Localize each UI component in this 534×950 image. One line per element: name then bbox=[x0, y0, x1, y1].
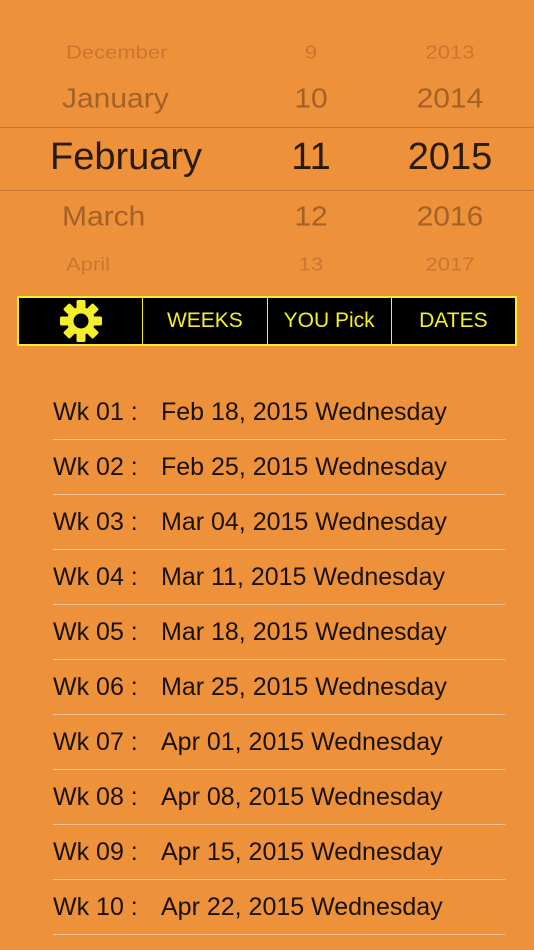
week-date: Apr 01, 2015 Wednesday bbox=[161, 727, 443, 756]
week-date: Apr 08, 2015 Wednesday bbox=[161, 782, 443, 811]
year-option[interactable]: 2013 bbox=[360, 44, 534, 62]
week-label: Wk 09 : bbox=[53, 837, 138, 866]
week-date: Mar 18, 2015 Wednesday bbox=[161, 617, 447, 646]
year-option[interactable]: 2017 bbox=[360, 256, 534, 274]
list-item[interactable]: Wk 09 : Apr 15, 2015 Wednesday bbox=[53, 825, 505, 880]
week-label: Wk 06 : bbox=[53, 672, 138, 701]
selection-indicator-bottom bbox=[0, 190, 534, 191]
week-date: Apr 22, 2015 Wednesday bbox=[161, 892, 443, 921]
week-label: Wk 07 : bbox=[53, 727, 138, 756]
dates-button[interactable]: DATES bbox=[390, 298, 515, 344]
list-item[interactable]: Wk 03 : Mar 04, 2015 Wednesday bbox=[53, 495, 505, 550]
day-option[interactable]: 12 bbox=[250, 203, 360, 231]
day-option[interactable]: 10 bbox=[250, 85, 360, 113]
month-option[interactable]: January bbox=[0, 85, 250, 113]
list-item[interactable]: Wk 05 : Mar 18, 2015 Wednesday bbox=[53, 605, 505, 660]
segmented-toolbar: WEEKS YOU Pick DATES bbox=[17, 296, 517, 346]
week-date: Mar 11, 2015 Wednesday bbox=[161, 562, 445, 591]
month-wheel[interactable]: December January February March April bbox=[0, 0, 250, 290]
week-date: Mar 04, 2015 Wednesday bbox=[161, 507, 447, 536]
week-date: Feb 25, 2015 Wednesday bbox=[161, 452, 447, 481]
year-option[interactable]: 2014 bbox=[360, 85, 534, 113]
month-option[interactable]: April bbox=[0, 256, 250, 274]
year-option-selected[interactable]: 2015 bbox=[360, 138, 534, 176]
week-label: Wk 01 : bbox=[53, 397, 138, 426]
week-label: Wk 03 : bbox=[53, 507, 138, 536]
week-label: Wk 02 : bbox=[53, 452, 138, 481]
weeks-button[interactable]: WEEKS bbox=[142, 298, 266, 344]
week-label: Wk 04 : bbox=[53, 562, 138, 591]
week-date: Mar 25, 2015 Wednesday bbox=[161, 672, 447, 701]
you-pick-button[interactable]: YOU Pick bbox=[266, 298, 391, 344]
month-option[interactable]: December bbox=[0, 44, 250, 62]
month-option-selected[interactable]: February bbox=[0, 138, 250, 176]
list-item[interactable]: Wk 01 : Feb 18, 2015 Wednesday bbox=[53, 385, 505, 440]
week-date: Feb 18, 2015 Wednesday bbox=[161, 397, 447, 426]
list-item[interactable]: Wk 06 : Mar 25, 2015 Wednesday bbox=[53, 660, 505, 715]
day-option[interactable]: 9 bbox=[250, 44, 360, 62]
list-item[interactable]: Wk 10 : Apr 22, 2015 Wednesday bbox=[53, 880, 505, 935]
date-picker[interactable]: December January February March April 9 … bbox=[0, 0, 534, 290]
week-label: Wk 08 : bbox=[53, 782, 138, 811]
week-date: Apr 15, 2015 Wednesday bbox=[161, 837, 443, 866]
settings-button[interactable] bbox=[19, 298, 142, 344]
week-label: Wk 10 : bbox=[53, 892, 138, 921]
list-item[interactable]: Wk 07 : Apr 01, 2015 Wednesday bbox=[53, 715, 505, 770]
day-wheel[interactable]: 9 10 11 12 13 bbox=[250, 0, 360, 290]
day-option-selected[interactable]: 11 bbox=[250, 138, 360, 176]
gear-icon bbox=[59, 300, 102, 342]
list-item[interactable]: Wk 08 : Apr 08, 2015 Wednesday bbox=[53, 770, 505, 825]
list-item[interactable]: Wk 02 : Feb 25, 2015 Wednesday bbox=[53, 440, 505, 495]
year-wheel[interactable]: 2013 2014 2015 2016 2017 bbox=[360, 0, 534, 290]
year-option[interactable]: 2016 bbox=[360, 203, 534, 231]
list-item[interactable]: Wk 04 : Mar 11, 2015 Wednesday bbox=[53, 550, 505, 605]
day-option[interactable]: 13 bbox=[250, 256, 360, 274]
selection-indicator-top bbox=[0, 127, 534, 128]
week-label: Wk 05 : bbox=[53, 617, 138, 646]
week-list: Wk 01 : Feb 18, 2015 Wednesday Wk 02 : F… bbox=[53, 385, 505, 935]
month-option[interactable]: March bbox=[0, 203, 250, 231]
